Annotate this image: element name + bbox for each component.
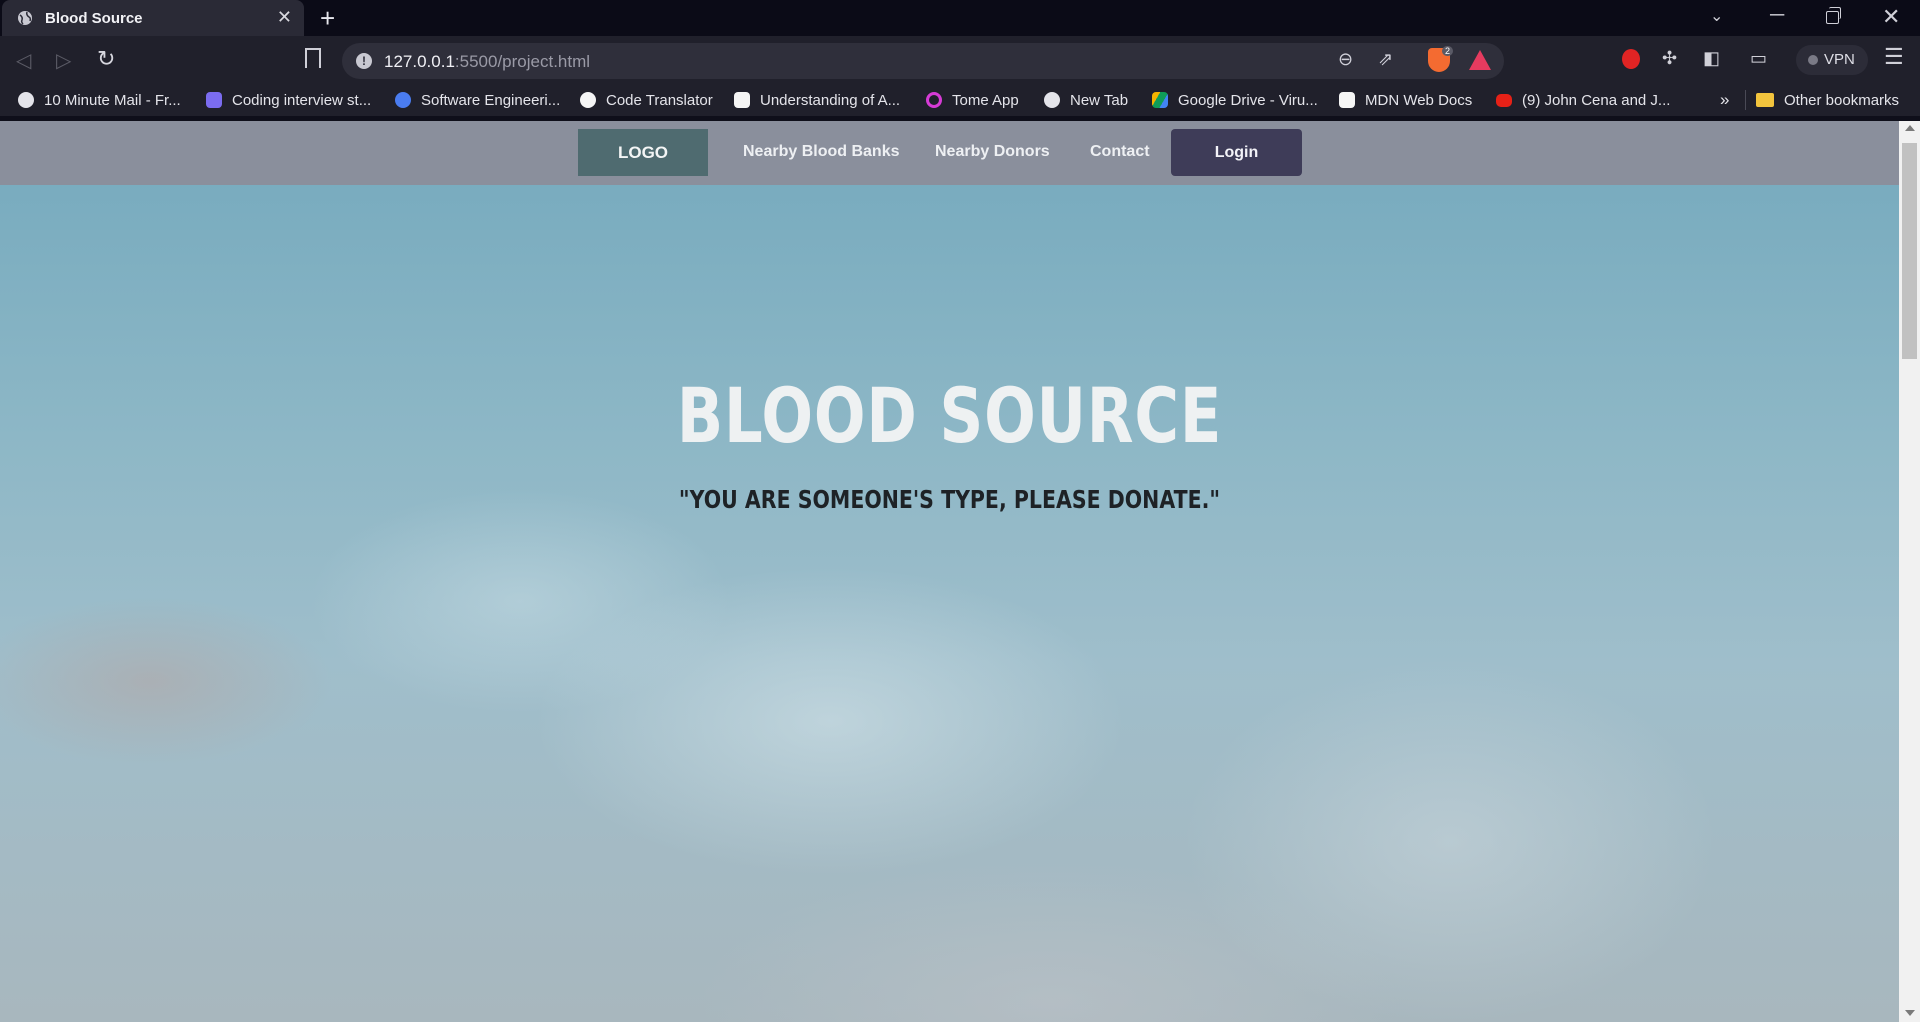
at-icon — [395, 92, 411, 108]
bookmark-item[interactable]: Tome App — [926, 84, 1019, 116]
bookmark-label: Coding interview st... — [232, 91, 372, 109]
hero-title: BLOOD SOURCE — [676, 371, 1223, 460]
bookmark-item[interactable]: MDN Web Docs — [1339, 84, 1472, 116]
ad-blocker-extension-icon[interactable] — [1622, 49, 1640, 69]
scroll-down-arrow-icon[interactable] — [1905, 1010, 1915, 1016]
nav-link-blood-banks[interactable]: Nearby Blood Banks — [743, 143, 899, 161]
other-bookmarks-label: Other bookmarks — [1784, 91, 1900, 109]
page-scrollbar[interactable] — [1899, 121, 1920, 1022]
bookmark-item[interactable]: (9) John Cena and J... — [1496, 84, 1670, 116]
triangle-icon — [580, 92, 596, 108]
bookmark-label: (9) John Cena and J... — [1522, 91, 1671, 109]
other-bookmarks-folder[interactable]: Other bookmarks — [1756, 84, 1899, 116]
scroll-up-arrow-icon[interactable] — [1905, 125, 1915, 131]
vpn-status-icon — [1808, 55, 1818, 65]
hero-background-image — [0, 121, 1899, 1022]
wallet-icon[interactable]: ▭ — [1750, 48, 1767, 69]
globe-icon — [18, 92, 34, 108]
more-bookmarks-chevron-icon[interactable]: » — [1720, 90, 1729, 110]
url-host: 127.0.0.1 — [384, 52, 455, 71]
zoom-icon[interactable]: ⊖ — [1338, 49, 1353, 70]
site-logo[interactable]: LOGO — [578, 129, 708, 176]
bookmark-item[interactable]: 10 Minute Mail - Fr... — [18, 84, 181, 116]
reload-button[interactable]: ↻ — [97, 46, 115, 72]
bookmark-label: MDN Web Docs — [1365, 91, 1473, 109]
bookmark-item[interactable]: Coding interview st... — [206, 84, 371, 116]
site-info-icon[interactable]: ! — [356, 53, 372, 69]
drive-icon — [1152, 92, 1168, 108]
folder-icon — [1756, 93, 1774, 107]
bookmark-item[interactable]: Software Engineeri... — [395, 84, 560, 116]
browser-tab[interactable]: Blood Source ✕ — [2, 0, 304, 36]
code-icon — [206, 92, 222, 108]
bookmark-item[interactable]: Understanding of A... — [734, 84, 900, 116]
vpn-label: VPN — [1824, 51, 1855, 68]
back-button[interactable]: ◁ — [16, 48, 31, 73]
bookmark-label: Tome App — [952, 91, 1019, 109]
mdn-icon — [1339, 92, 1355, 108]
bookmarks-bar: 10 Minute Mail - Fr... Coding interview … — [0, 84, 1920, 116]
restore-button[interactable] — [1826, 7, 1841, 24]
new-tab-button[interactable]: + — [320, 3, 335, 34]
share-icon[interactable]: ⇗ — [1378, 49, 1393, 70]
tome-icon — [926, 92, 942, 108]
site-navbar: LOGO Nearby Blood Banks Nearby Donors Co… — [0, 121, 1899, 185]
brave-rewards-icon[interactable] — [1469, 50, 1491, 70]
youtube-icon — [1496, 93, 1512, 107]
close-tab-icon[interactable]: ✕ — [277, 7, 292, 28]
globe-icon — [18, 11, 32, 25]
nav-link-contact[interactable]: Contact — [1090, 143, 1150, 161]
bookmark-item[interactable]: Google Drive - Viru... — [1152, 84, 1318, 116]
window-close-button[interactable]: ✕ — [1882, 4, 1900, 30]
url-path: :5500/project.html — [454, 52, 591, 71]
bookmarks-divider — [1745, 90, 1746, 110]
address-bar[interactable]: ! 127.0.0.1:5500/project.html ⊖ ⇗ 2 — [342, 43, 1504, 79]
url-text[interactable]: 127.0.0.1:5500/project.html — [384, 52, 590, 72]
sidebar-toggle-icon[interactable]: ◧ — [1703, 48, 1720, 69]
scrollbar-thumb[interactable] — [1902, 143, 1917, 359]
login-button[interactable]: Login — [1171, 129, 1302, 176]
bookmark-item[interactable]: New Tab — [1044, 84, 1128, 116]
nav-link-donors[interactable]: Nearby Donors — [935, 143, 1050, 161]
tab-title: Blood Source — [45, 10, 143, 27]
browser-menu-icon[interactable]: ☰ — [1884, 44, 1904, 70]
bookmark-label: Software Engineeri... — [421, 91, 561, 109]
bookmark-label: Code Translator — [606, 91, 713, 109]
bookmark-label: Google Drive - Viru... — [1178, 91, 1318, 109]
tab-strip: Blood Source ✕ + ⌄ ─ ✕ — [0, 0, 1920, 36]
shields-count-badge: 2 — [1442, 46, 1454, 56]
bookmark-label: Understanding of A... — [760, 91, 901, 109]
hero-tagline: "YOU ARE SOMEONE'S TYPE, PLEASE DONATE." — [678, 485, 1221, 514]
page-viewport: LOGO Nearby Blood Banks Nearby Donors Co… — [0, 121, 1899, 1022]
extensions-puzzle-icon[interactable]: ✣ — [1662, 48, 1677, 69]
bookmark-label: 10 Minute Mail - Fr... — [44, 91, 181, 109]
medium-icon — [734, 92, 750, 108]
bookmark-item[interactable]: Code Translator — [580, 84, 713, 116]
vpn-button[interactable]: VPN — [1796, 45, 1868, 75]
minimize-button[interactable]: ─ — [1770, 4, 1784, 27]
globe-icon — [1044, 92, 1060, 108]
bookmark-label: New Tab — [1070, 91, 1129, 109]
forward-button[interactable]: ▷ — [56, 48, 71, 73]
bookmark-icon[interactable] — [305, 48, 321, 68]
tab-search-chevron-icon[interactable]: ⌄ — [1710, 6, 1723, 26]
